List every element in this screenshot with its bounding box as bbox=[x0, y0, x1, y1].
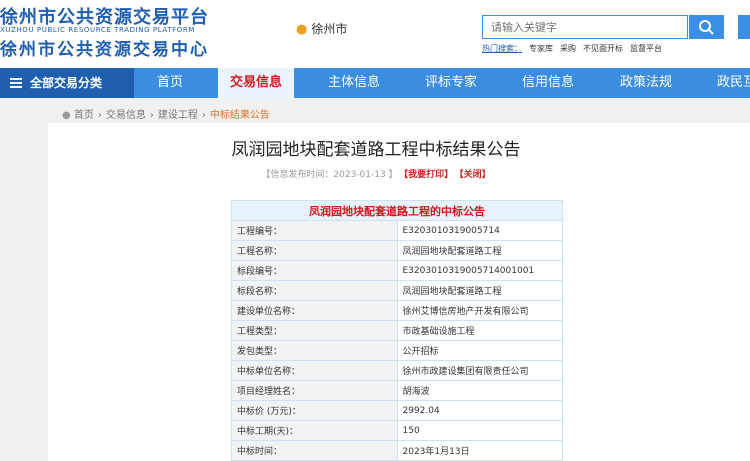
hot-search: 热门搜索： 专家库 采购 不见面开标 监督平台 bbox=[482, 43, 669, 54]
all-categories-button[interactable]: 全部交易分类 bbox=[0, 68, 134, 98]
breadcrumb-construction[interactable]: 建设工程 bbox=[158, 110, 198, 121]
field-label: 工程名称： bbox=[231, 240, 398, 261]
search-box bbox=[482, 15, 689, 39]
menu-icon bbox=[10, 76, 22, 90]
field-value: 2992.04 bbox=[396, 400, 563, 421]
publish-time: 【信息发布时间：2023-01-13 】 bbox=[261, 170, 398, 180]
search-input[interactable] bbox=[483, 16, 689, 39]
table-header-row: 凤润园地块配套道路工程的中标公告 bbox=[231, 200, 563, 221]
table-row: 中标价 (万元)： 2992.04 bbox=[231, 400, 563, 421]
close-button[interactable]: 【关闭】 bbox=[459, 170, 491, 180]
nav-item-home[interactable]: 首页 bbox=[157, 68, 183, 98]
logo-english: XUZHOU PUBLIC RESOURCE TRADING PLATFORM bbox=[0, 26, 195, 34]
article-meta: 【信息发布时间：2023-01-13 】【我要打印】 【关闭】 bbox=[48, 167, 704, 180]
field-label: 发包类型： bbox=[231, 340, 398, 361]
home-pin-icon: ● bbox=[62, 110, 71, 121]
header-side-button[interactable] bbox=[738, 15, 750, 39]
hot-search-item[interactable]: 专家库 bbox=[529, 44, 553, 53]
field-value: 公开招标 bbox=[396, 340, 563, 361]
table-row: 工程编号： E3203010319005714 bbox=[231, 220, 563, 241]
breadcrumb: ● 首页 › 交易信息 › 建设工程 › 中标结果公告 bbox=[62, 106, 270, 121]
nav-item-entity-info[interactable]: 主体信息 bbox=[328, 68, 380, 98]
table-row: 中标单位名称： 徐州市政建设集团有限责任公司 bbox=[231, 360, 563, 381]
field-label: 中标工期(天)： bbox=[231, 420, 398, 441]
nav-item-policy[interactable]: 政策法规 bbox=[620, 68, 672, 98]
field-value: 徐州艾博信房地产开发有限公司 bbox=[396, 300, 563, 321]
page-title: 凤润园地块配套道路工程中标结果公告 bbox=[231, 140, 521, 160]
field-value: 市政基础设施工程 bbox=[396, 320, 563, 341]
nav-item-credit[interactable]: 信用信息 bbox=[522, 68, 574, 98]
breadcrumb-separator: › bbox=[201, 110, 206, 121]
table-row: 项目经理姓名： 胡海波 bbox=[231, 380, 563, 401]
hot-search-item[interactable]: 不见面开标 bbox=[583, 44, 623, 53]
article-panel: 凤润园地块配套道路工程中标结果公告 【信息发布时间：2023-01-13 】【我… bbox=[48, 123, 750, 461]
search-button[interactable] bbox=[689, 15, 724, 39]
all-categories-label: 全部交易分类 bbox=[30, 76, 103, 90]
print-button[interactable]: 【我要打印】 bbox=[404, 170, 454, 180]
breadcrumb-home[interactable]: 首页 bbox=[74, 110, 94, 121]
field-label: 工程编号： bbox=[231, 220, 398, 241]
field-label: 中标时间： bbox=[231, 440, 398, 461]
table-row: 工程类型： 市政基础设施工程 bbox=[231, 320, 563, 341]
table-row: 标段名称： 凤润园地块配套道路工程 bbox=[231, 280, 563, 301]
breadcrumb-current: 中标结果公告 bbox=[209, 110, 270, 121]
main-nav: 全部交易分类 首页 交易信息 主体信息 评标专家 信用信息 政策法规 政民互 bbox=[0, 68, 750, 98]
field-value: 150 bbox=[396, 420, 563, 441]
table-row: 建设单位名称： 徐州艾博信房地产开发有限公司 bbox=[231, 300, 563, 321]
hot-search-item[interactable]: 监督平台 bbox=[630, 44, 662, 53]
field-value: E3203010319005714 bbox=[396, 220, 563, 241]
nav-item-gov[interactable]: 政民互 bbox=[717, 68, 750, 98]
nav-item-experts[interactable]: 评标专家 bbox=[425, 68, 477, 98]
hot-search-label: 热门搜索： bbox=[482, 44, 522, 53]
location-selector[interactable]: ● 徐州市 bbox=[296, 20, 347, 37]
table-row: 工程名称： 凤润园地块配套道路工程 bbox=[231, 240, 563, 261]
nav-item-trade-info[interactable]: 交易信息 bbox=[218, 68, 295, 98]
search-icon bbox=[699, 20, 714, 35]
table-row: 发包类型： 公开招标 bbox=[231, 340, 563, 361]
field-value: 胡海波 bbox=[396, 380, 563, 401]
table-title: 凤润园地块配套道路工程的中标公告 bbox=[231, 200, 563, 221]
field-value: 凤润园地块配套道路工程 bbox=[396, 240, 563, 261]
field-label: 建设单位名称： bbox=[231, 300, 398, 321]
field-label: 中标价 (万元)： bbox=[231, 400, 398, 421]
table-row: 中标时间： 2023年1月13日 bbox=[231, 440, 563, 461]
field-label: 项目经理姓名： bbox=[231, 380, 398, 401]
location-label: 徐州市 bbox=[311, 22, 348, 36]
field-label: 中标单位名称： bbox=[231, 360, 398, 381]
location-pin-icon: ● bbox=[296, 22, 308, 37]
field-label: 标段名称： bbox=[231, 280, 398, 301]
breadcrumb-separator: › bbox=[97, 110, 102, 121]
hot-search-item[interactable]: 采购 bbox=[560, 44, 576, 53]
logo-subtitle[interactable]: 徐州市公共资源交易中心 bbox=[0, 35, 209, 60]
breadcrumb-trade-info[interactable]: 交易信息 bbox=[106, 110, 146, 121]
site-header: 徐州市公共资源交易平台 XUZHOU PUBLIC RESOURCE TRADI… bbox=[0, 0, 750, 68]
field-value: 徐州市政建设集团有限责任公司 bbox=[396, 360, 563, 381]
field-value: E3203010319005714001001 bbox=[396, 260, 563, 281]
field-label: 工程类型： bbox=[231, 320, 398, 341]
award-table: 凤润园地块配套道路工程的中标公告 工程编号： E3203010319005714 … bbox=[231, 200, 563, 461]
breadcrumb-separator: › bbox=[149, 110, 154, 121]
field-value: 2023年1月13日 bbox=[396, 440, 563, 461]
field-label: 标段编号： bbox=[231, 260, 398, 281]
table-row: 中标工期(天)： 150 bbox=[231, 420, 563, 441]
field-value: 凤润园地块配套道路工程 bbox=[396, 280, 563, 301]
table-row: 标段编号： E3203010319005714001001 bbox=[231, 260, 563, 281]
